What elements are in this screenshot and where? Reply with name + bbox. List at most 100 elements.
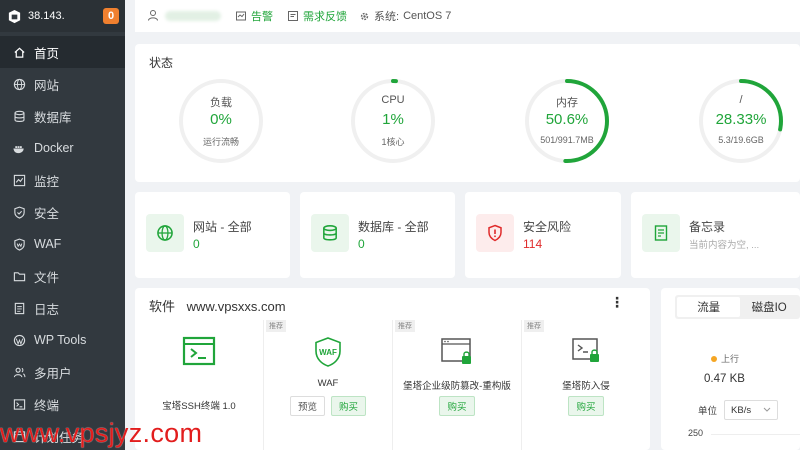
database-icon	[311, 214, 349, 252]
shield-alert-icon	[476, 214, 514, 252]
svg-text:WAF: WAF	[319, 348, 337, 357]
sidebar-item-label: 监控	[34, 174, 60, 189]
waf-icon	[12, 237, 26, 251]
software-item-1[interactable]: 推荐 WAF WAF 预览 购买	[263, 320, 391, 450]
sidebar-item-label: 日志	[34, 302, 60, 317]
gauge-subtext: 运行流畅	[202, 137, 239, 147]
sidebar-item-label: 数据库	[34, 110, 72, 125]
info-card-1[interactable]: 数据库 - 全部 0	[300, 192, 455, 278]
sidebar-item-label: WAF	[34, 237, 62, 251]
sidebar-item-10[interactable]: 多用户	[0, 356, 125, 388]
unit-row: 单位 KB/s	[698, 400, 779, 420]
intrusion-prevention-icon	[522, 336, 650, 370]
recommend-tag: 推荐	[395, 320, 415, 332]
user-account[interactable]	[147, 9, 221, 24]
gauge-subtext: 501/991.7MB	[540, 135, 594, 145]
recommend-tag: 推荐	[266, 320, 286, 332]
upload-dot-icon	[711, 355, 717, 362]
gauge-value: 0%	[210, 111, 232, 128]
y-axis-tick: 250	[688, 428, 704, 438]
tab-traffic[interactable]: 流量	[677, 297, 741, 317]
preview-button[interactable]: 预览	[289, 396, 325, 416]
sidebar-item-7[interactable]: 文件	[0, 260, 125, 292]
sidebar-item-5[interactable]: 安全	[0, 196, 125, 228]
sidebar-item-11[interactable]: 终端	[0, 388, 125, 420]
info-card-0[interactable]: 网站 - 全部 0	[135, 192, 290, 278]
gauge-label: /	[739, 94, 743, 106]
gauge-label: 内存	[556, 97, 578, 109]
sidebar-menu: 首页 网站 数据库 Docker 监控 安全 WAF 文件 日志 WP Tools 多用户 终端 计划任…	[0, 36, 125, 450]
traffic-legend: 上行	[711, 352, 739, 365]
software-actions: 预览 购买	[264, 396, 392, 416]
globe-icon	[12, 77, 26, 91]
buy-button[interactable]: 购买	[331, 396, 367, 416]
sidebar-item-1[interactable]: 网站	[0, 68, 125, 100]
gauge-subtext: 5.3/19.6GB	[718, 135, 764, 145]
traffic-panel: 流量 磁盘IO 上行 0.47 KB 单位 KB/s 250	[661, 288, 800, 450]
info-card-value: 114	[523, 237, 543, 251]
gauge-0[interactable]: 负载 0% 运行流畅	[176, 76, 266, 166]
gauge-2[interactable]: 内存 50.6% 501/991.7MB	[522, 76, 612, 166]
alert-link[interactable]: 告警	[235, 8, 273, 24]
system-info: 系统: CentOS 7	[359, 8, 451, 24]
sidebar-item-3[interactable]: Docker	[0, 132, 125, 164]
software-name: 宝塔SSH终端 1.0	[162, 401, 236, 412]
ssh-terminal-icon	[135, 336, 263, 370]
info-card-label: 备忘录	[689, 220, 726, 234]
status-panel: 状态 负载 0% 运行流畅 CPU 1% 1核心 内存 50.6% 501/991.7MB / 28…	[135, 44, 800, 182]
users-icon	[12, 365, 26, 379]
buy-button[interactable]: 购买	[439, 396, 475, 416]
unit-select[interactable]: KB/s	[724, 400, 779, 420]
sidebar-header: 38.143. 0	[0, 0, 125, 32]
memo-icon	[642, 214, 680, 252]
software-panel: 软件 www.vpsxxs.com ⋮ 宝塔SSH终端 1.0 推荐 WAF WAF 预…	[135, 288, 650, 450]
sidebar-item-2[interactable]: 数据库	[0, 100, 125, 132]
info-card-value: 0	[193, 237, 200, 251]
info-card-value: 当前内容为空, ...	[689, 240, 760, 251]
watermark: www.vpsjyz.com	[0, 418, 203, 448]
gear-icon	[359, 11, 370, 22]
software-item-2[interactable]: 推荐 堡塔企业级防篡改-重构版 购买	[392, 320, 520, 450]
alert-icon	[235, 10, 247, 22]
feedback-link[interactable]: 需求反馈	[287, 8, 347, 24]
terminal-icon	[12, 397, 26, 411]
sidebar-item-0[interactable]: 首页	[0, 36, 125, 68]
software-name: 堡塔防入侵	[562, 381, 610, 392]
gauge-value: 28.33%	[715, 111, 767, 128]
sidebar-item-9[interactable]: WP Tools	[0, 324, 125, 356]
info-card-label: 网站 - 全部	[193, 220, 252, 234]
software-item-3[interactable]: 推荐 堡塔防入侵 购买	[521, 320, 649, 450]
sidebar-item-4[interactable]: 监控	[0, 164, 125, 196]
username-redacted	[165, 11, 221, 21]
gauge-1[interactable]: CPU 1% 1核心	[348, 76, 438, 166]
sidebar-item-8[interactable]: 日志	[0, 292, 125, 324]
tamper-proof-icon	[393, 336, 521, 370]
sidebar-item-label: 网站	[34, 78, 60, 93]
buy-button[interactable]: 购买	[568, 396, 604, 416]
database-icon	[12, 109, 26, 123]
chevron-down-icon	[763, 405, 771, 416]
upload-value: 0.47 KB	[704, 373, 745, 385]
sidebar-item-6[interactable]: WAF	[0, 228, 125, 260]
gauge-3[interactable]: / 28.33% 5.3/19.6GB	[696, 76, 786, 166]
more-options-icon[interactable]: ⋮	[610, 294, 624, 311]
notification-badge[interactable]: 0	[103, 8, 119, 24]
software-name: WAF	[317, 378, 339, 389]
waf-icon: WAF	[264, 336, 392, 370]
info-card-3[interactable]: 备忘录当前内容为空, ...	[631, 192, 800, 278]
user-icon	[147, 9, 159, 24]
gauge-value: 50.6%	[545, 111, 589, 128]
globe-icon	[146, 214, 184, 252]
sidebar-item-label: 首页	[34, 46, 60, 61]
sidebar-item-label: 安全	[34, 206, 60, 221]
status-title: 状态	[149, 56, 174, 70]
software-header: 软件 www.vpsxxs.com	[149, 299, 286, 314]
tab-disk-io[interactable]: 磁盘IO	[740, 297, 798, 317]
monitor-icon	[12, 173, 26, 187]
folder-icon	[12, 269, 26, 283]
sidebar-item-label: 多用户	[34, 366, 72, 381]
shield-icon	[12, 205, 26, 219]
docker-icon	[12, 141, 26, 155]
gauge-label: CPU	[381, 94, 405, 106]
info-card-2[interactable]: 安全风险 114	[465, 192, 621, 278]
